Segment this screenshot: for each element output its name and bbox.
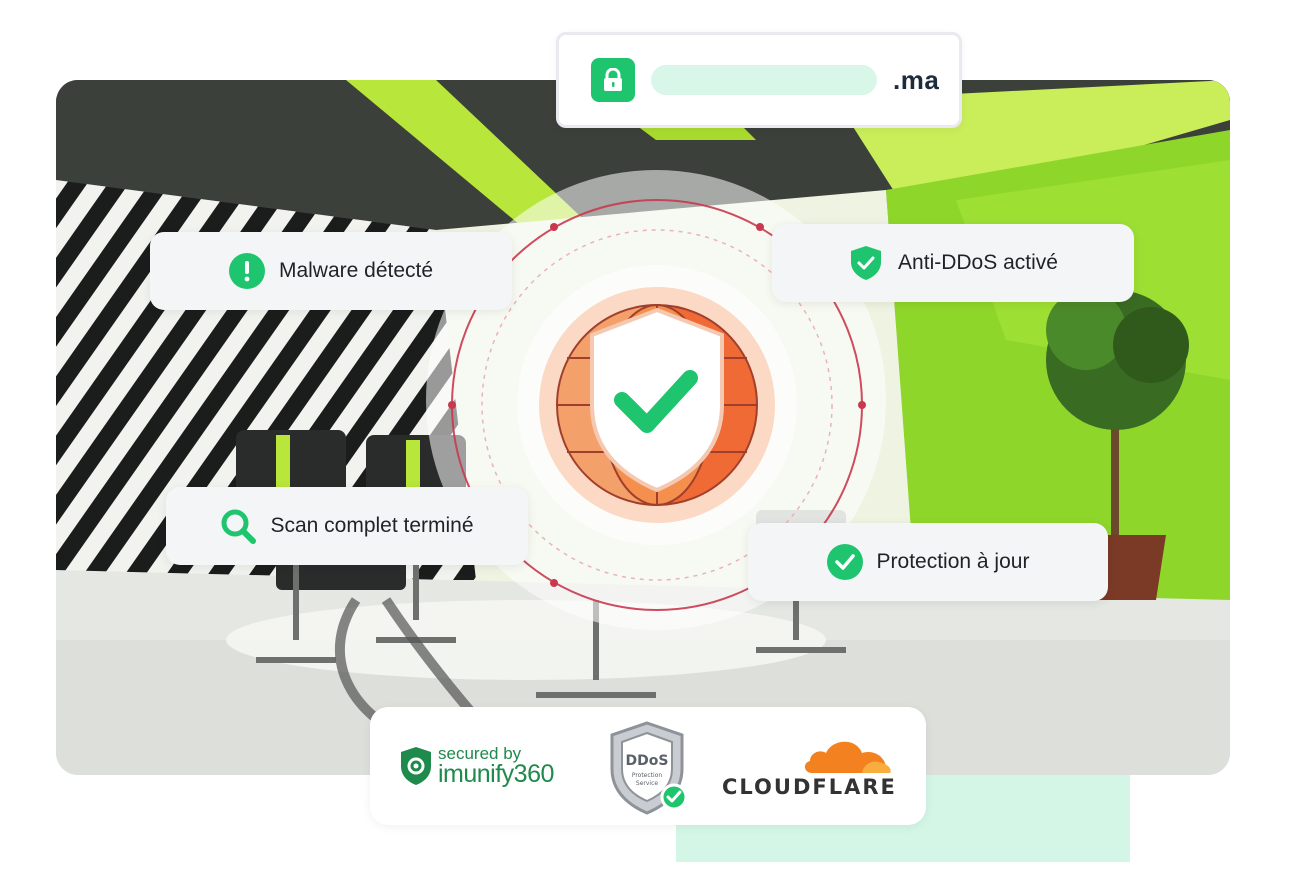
domain-tld: .ma — [893, 64, 940, 95]
search-icon — [220, 508, 257, 544]
cloudflare-badge: CLOUDFLARE — [722, 733, 898, 805]
shield-check-icon — [848, 245, 884, 281]
imunify-shield-icon — [401, 747, 431, 785]
anti-ddos-label: Anti-DDoS activé — [898, 251, 1058, 274]
protection-up-to-date-label: Protection à jour — [876, 550, 1030, 573]
check-circle-icon — [826, 544, 863, 580]
cloudflare-wordmark: CLOUDFLARE — [722, 775, 897, 799]
cloudflare-cloud-icon — [804, 741, 891, 773]
scan-complete-label: Scan complet terminé — [270, 514, 474, 537]
svg-text:Service: Service — [636, 780, 658, 787]
lock-icon — [591, 58, 635, 102]
malware-detected-label: Malware détecté — [278, 259, 434, 282]
domain-name-placeholder — [651, 65, 877, 95]
imunify-wordmark: imunify360 — [438, 760, 554, 788]
exclamation-icon — [228, 253, 265, 289]
ddos-protection-badge: DDoS Protection Service — [610, 721, 688, 815]
protection-up-to-date-card: Protection à jour — [748, 523, 1108, 601]
scan-complete-card: Scan complet terminé — [166, 487, 528, 565]
browser-url-bar: .ma — [556, 32, 962, 128]
security-badges-panel: secured by imunify360 DDoS Protection Se… — [370, 707, 926, 825]
malware-detected-card: Malware détecté — [150, 232, 512, 310]
imunify360-badge: secured by imunify360 — [400, 745, 554, 787]
svg-text:Protection: Protection — [632, 772, 663, 779]
ddos-badge-title: DDoS — [626, 753, 669, 769]
anti-ddos-card: Anti-DDoS activé — [772, 224, 1134, 302]
